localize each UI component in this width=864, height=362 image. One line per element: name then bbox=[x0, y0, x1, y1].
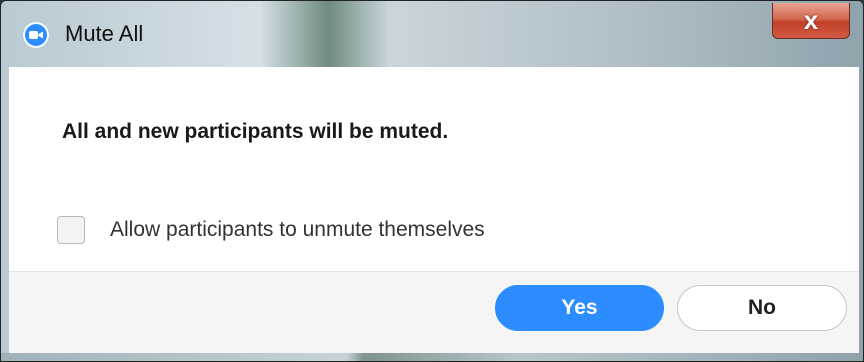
close-button[interactable]: x bbox=[772, 3, 850, 39]
window-bottom-border bbox=[1, 353, 863, 361]
close-icon: x bbox=[803, 5, 819, 35]
mute-all-dialog-window: Mute All x All and new participants will… bbox=[0, 0, 864, 362]
yes-button[interactable]: Yes bbox=[495, 285, 664, 331]
no-button[interactable]: No bbox=[677, 285, 847, 331]
zoom-camera-icon bbox=[23, 22, 49, 48]
allow-unmute-checkbox[interactable] bbox=[57, 216, 85, 244]
title-bar[interactable]: Mute All x bbox=[1, 1, 863, 67]
window-title: Mute All bbox=[65, 21, 144, 46]
dialog-message: All and new participants will be muted. bbox=[62, 120, 449, 143]
allow-unmute-option[interactable]: Allow participants to unmute themselves bbox=[57, 216, 485, 244]
dialog-content: All and new participants will be muted. … bbox=[9, 67, 859, 271]
dialog-footer: Yes No bbox=[9, 271, 859, 353]
allow-unmute-label[interactable]: Allow participants to unmute themselves bbox=[110, 218, 485, 242]
